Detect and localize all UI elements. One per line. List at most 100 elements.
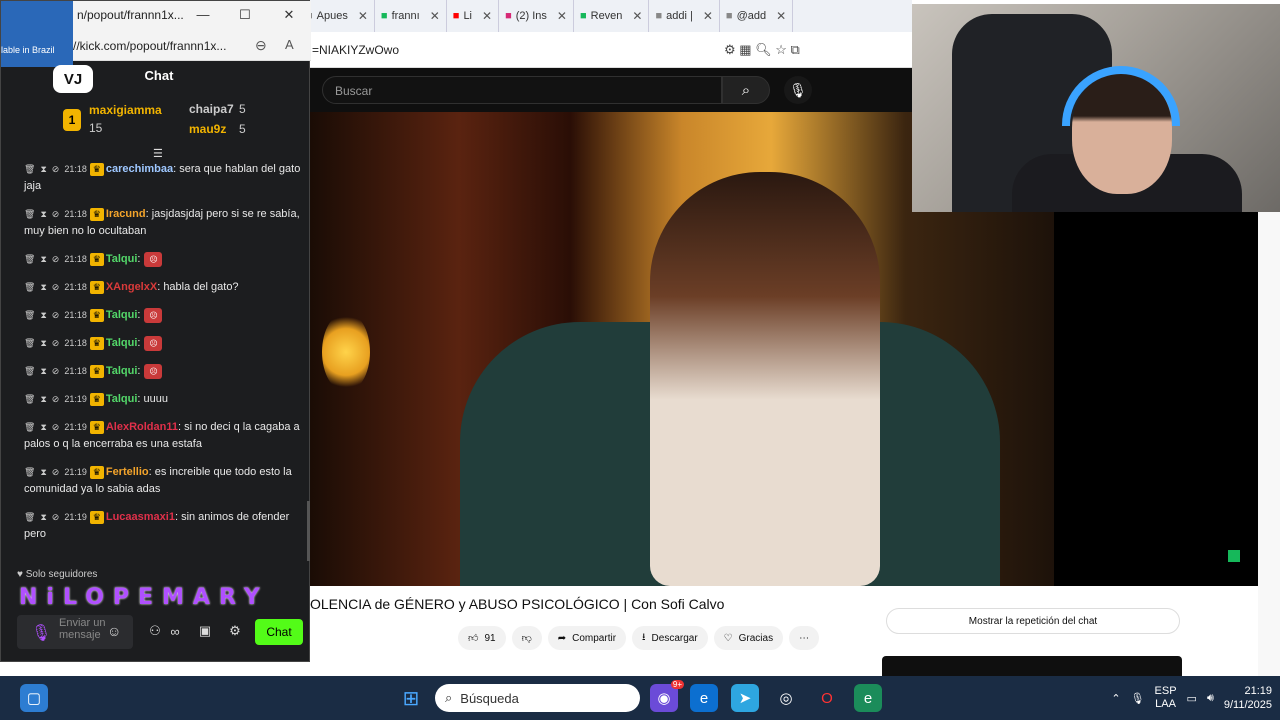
close-button[interactable]: ✕ xyxy=(279,7,299,27)
store-icon[interactable]: ▣ xyxy=(195,621,215,641)
delete-icon[interactable]: 🗑︎ xyxy=(24,394,35,404)
delete-icon[interactable]: 🗑︎ xyxy=(24,310,35,320)
timeout-icon[interactable]: ⧗ xyxy=(40,209,46,219)
message-username[interactable]: carechimbaa xyxy=(106,163,173,175)
timeout-icon[interactable]: ⧗ xyxy=(40,366,46,376)
search-button[interactable]: ⌕ xyxy=(722,76,770,104)
delete-icon[interactable]: 🗑︎ xyxy=(24,282,35,292)
gifter-name[interactable]: maxigiamma xyxy=(89,103,162,117)
reader-icon[interactable]: A xyxy=(285,37,294,52)
message-username[interactable]: Iracund xyxy=(106,208,146,220)
timeout-icon[interactable]: ⧗ xyxy=(40,338,46,348)
browser-tab[interactable]: ■ @add ✕ xyxy=(720,0,794,32)
browser-toolbar-icons[interactable]: ⚙ ▦ 🔍︎ ☆ ⧉ xyxy=(724,42,800,58)
gifter-name[interactable]: mau9z xyxy=(189,122,226,136)
chat-scrollbar[interactable] xyxy=(307,501,310,561)
timeout-icon[interactable]: ⧗ xyxy=(40,467,46,477)
users-icon[interactable]: ⚇ xyxy=(145,621,165,641)
message-username[interactable]: Talqui xyxy=(106,309,138,321)
share-button[interactable]: ➦ Compartir xyxy=(547,626,627,650)
telegram-icon[interactable]: ➤ xyxy=(731,684,759,712)
message-username[interactable]: Talqui xyxy=(106,253,138,265)
timeout-icon[interactable]: ⧗ xyxy=(40,394,46,404)
delete-icon[interactable]: 🗑︎ xyxy=(24,338,35,348)
zoom-icon[interactable]: ⊖ xyxy=(255,37,267,54)
delete-icon[interactable]: 🗑︎ xyxy=(24,512,35,522)
ban-icon[interactable]: ⊘ xyxy=(52,164,60,174)
download-button[interactable]: ⭳ Descargar xyxy=(632,626,708,650)
browser-tab[interactable]: ■Apues✕ xyxy=(300,0,375,32)
notification-toast[interactable]: lable in Brazil xyxy=(1,1,73,67)
ban-icon[interactable]: ⊘ xyxy=(52,422,60,432)
browser-tab[interactable]: ■ (2) Ins ✕ xyxy=(499,0,574,32)
close-icon[interactable]: ✕ xyxy=(358,9,368,23)
close-icon[interactable]: ✕ xyxy=(557,9,567,23)
infinity-icon[interactable]: ∞ xyxy=(165,621,185,641)
chrome-icon[interactable]: ◎ xyxy=(772,684,800,712)
network-icon[interactable]: ▭ xyxy=(1187,692,1197,705)
popout-url[interactable]: //kick.com/popout/frannn1x... xyxy=(73,33,303,59)
browser-tab[interactable]: ■ frannı ✕ xyxy=(375,0,447,32)
message-username[interactable]: AlexRoldan11 xyxy=(106,421,178,433)
message-username[interactable]: Fertellio xyxy=(106,466,149,478)
ban-icon[interactable]: ⊘ xyxy=(52,338,60,348)
thanks-button[interactable]: ♡ Gracias xyxy=(713,626,784,650)
ban-icon[interactable]: ⊘ xyxy=(52,209,60,219)
edge-icon[interactable]: e xyxy=(690,684,718,712)
close-icon[interactable]: ✕ xyxy=(776,9,786,23)
maximize-button[interactable]: ☐ xyxy=(235,7,255,27)
timeout-icon[interactable]: ⧗ xyxy=(40,254,46,264)
message-username[interactable]: Lucaasmaxi1 xyxy=(106,511,175,523)
timeout-icon[interactable]: ⧗ xyxy=(40,282,46,292)
close-icon[interactable]: ✕ xyxy=(482,9,492,23)
close-icon[interactable]: ✕ xyxy=(703,9,713,23)
gifter-name[interactable]: chaipa7 xyxy=(189,102,234,116)
delete-icon[interactable]: 🗑︎ xyxy=(24,422,35,432)
chevron-up-icon[interactable]: ⌃ xyxy=(1111,692,1120,705)
replay-chat-button[interactable]: Mostrar la repetición del chat xyxy=(886,608,1180,634)
clock[interactable]: 21:19 9/11/2025 xyxy=(1224,684,1272,712)
timeout-icon[interactable]: ⧗ xyxy=(40,164,46,174)
message-username[interactable]: Talqui xyxy=(106,365,138,377)
gear-icon[interactable]: ⚙ xyxy=(225,621,245,641)
emoji-icon[interactable]: ☺ xyxy=(107,623,121,639)
like-button[interactable]: 👍︎ 91 xyxy=(458,626,506,650)
delete-icon[interactable]: 🗑︎ xyxy=(24,467,35,477)
close-icon[interactable]: ✕ xyxy=(632,9,642,23)
opera-icon[interactable]: O xyxy=(813,684,841,712)
delete-icon[interactable]: 🗑︎ xyxy=(24,366,35,376)
ban-icon[interactable]: ⊘ xyxy=(52,394,60,404)
channel-avatar[interactable]: VJ xyxy=(53,65,93,93)
microphone-icon[interactable]: 🎙︎ xyxy=(1131,692,1145,705)
edge-dev-icon[interactable]: e xyxy=(854,684,882,712)
app-window-icon[interactable]: ▢ xyxy=(20,684,48,712)
ban-icon[interactable]: ⊘ xyxy=(52,467,60,477)
message-username[interactable]: Talqui xyxy=(106,337,138,349)
ban-icon[interactable]: ⊘ xyxy=(52,512,60,522)
close-icon[interactable]: ✕ xyxy=(430,9,440,23)
message-username[interactable]: Talqui xyxy=(106,393,138,405)
delete-icon[interactable]: 🗑︎ xyxy=(24,209,35,219)
ban-icon[interactable]: ⊘ xyxy=(52,282,60,292)
language-indicator[interactable]: ESP LAA xyxy=(1155,685,1177,711)
timeout-icon[interactable]: ⧗ xyxy=(40,512,46,522)
ban-icon[interactable]: ⊘ xyxy=(52,254,60,264)
pinned-toggle-icon[interactable]: ☰ xyxy=(153,147,163,160)
address-bar[interactable]: =NIAKIYZwOwo ⚙ ▦ 🔍︎ ☆ ⧉ xyxy=(300,32,912,68)
ban-icon[interactable]: ⊘ xyxy=(52,366,60,376)
message-username[interactable]: XAngelxX xyxy=(106,281,157,293)
dislike-button[interactable]: 👎︎ xyxy=(511,626,542,650)
start-button[interactable]: ⊞ xyxy=(397,684,425,712)
taskbar-search[interactable]: ⌕ Búsqueda xyxy=(435,684,640,712)
browser-tab[interactable]: ■ Li ✕ xyxy=(447,0,500,32)
delete-icon[interactable]: 🗑︎ xyxy=(24,164,35,174)
voice-search-button[interactable]: 🎙︎ xyxy=(784,76,812,104)
minimize-button[interactable]: — xyxy=(193,7,213,27)
more-button[interactable]: ⋯ xyxy=(789,626,820,650)
send-chat-button[interactable]: Chat xyxy=(255,619,303,645)
browser-tab[interactable]: ■ addi | ✕ xyxy=(649,0,720,32)
page-scrollbar[interactable] xyxy=(1258,212,1280,676)
browser-tab[interactable]: ■ Reven ✕ xyxy=(574,0,650,32)
ban-icon[interactable]: ⊘ xyxy=(52,310,60,320)
delete-icon[interactable]: 🗑︎ xyxy=(24,254,35,264)
